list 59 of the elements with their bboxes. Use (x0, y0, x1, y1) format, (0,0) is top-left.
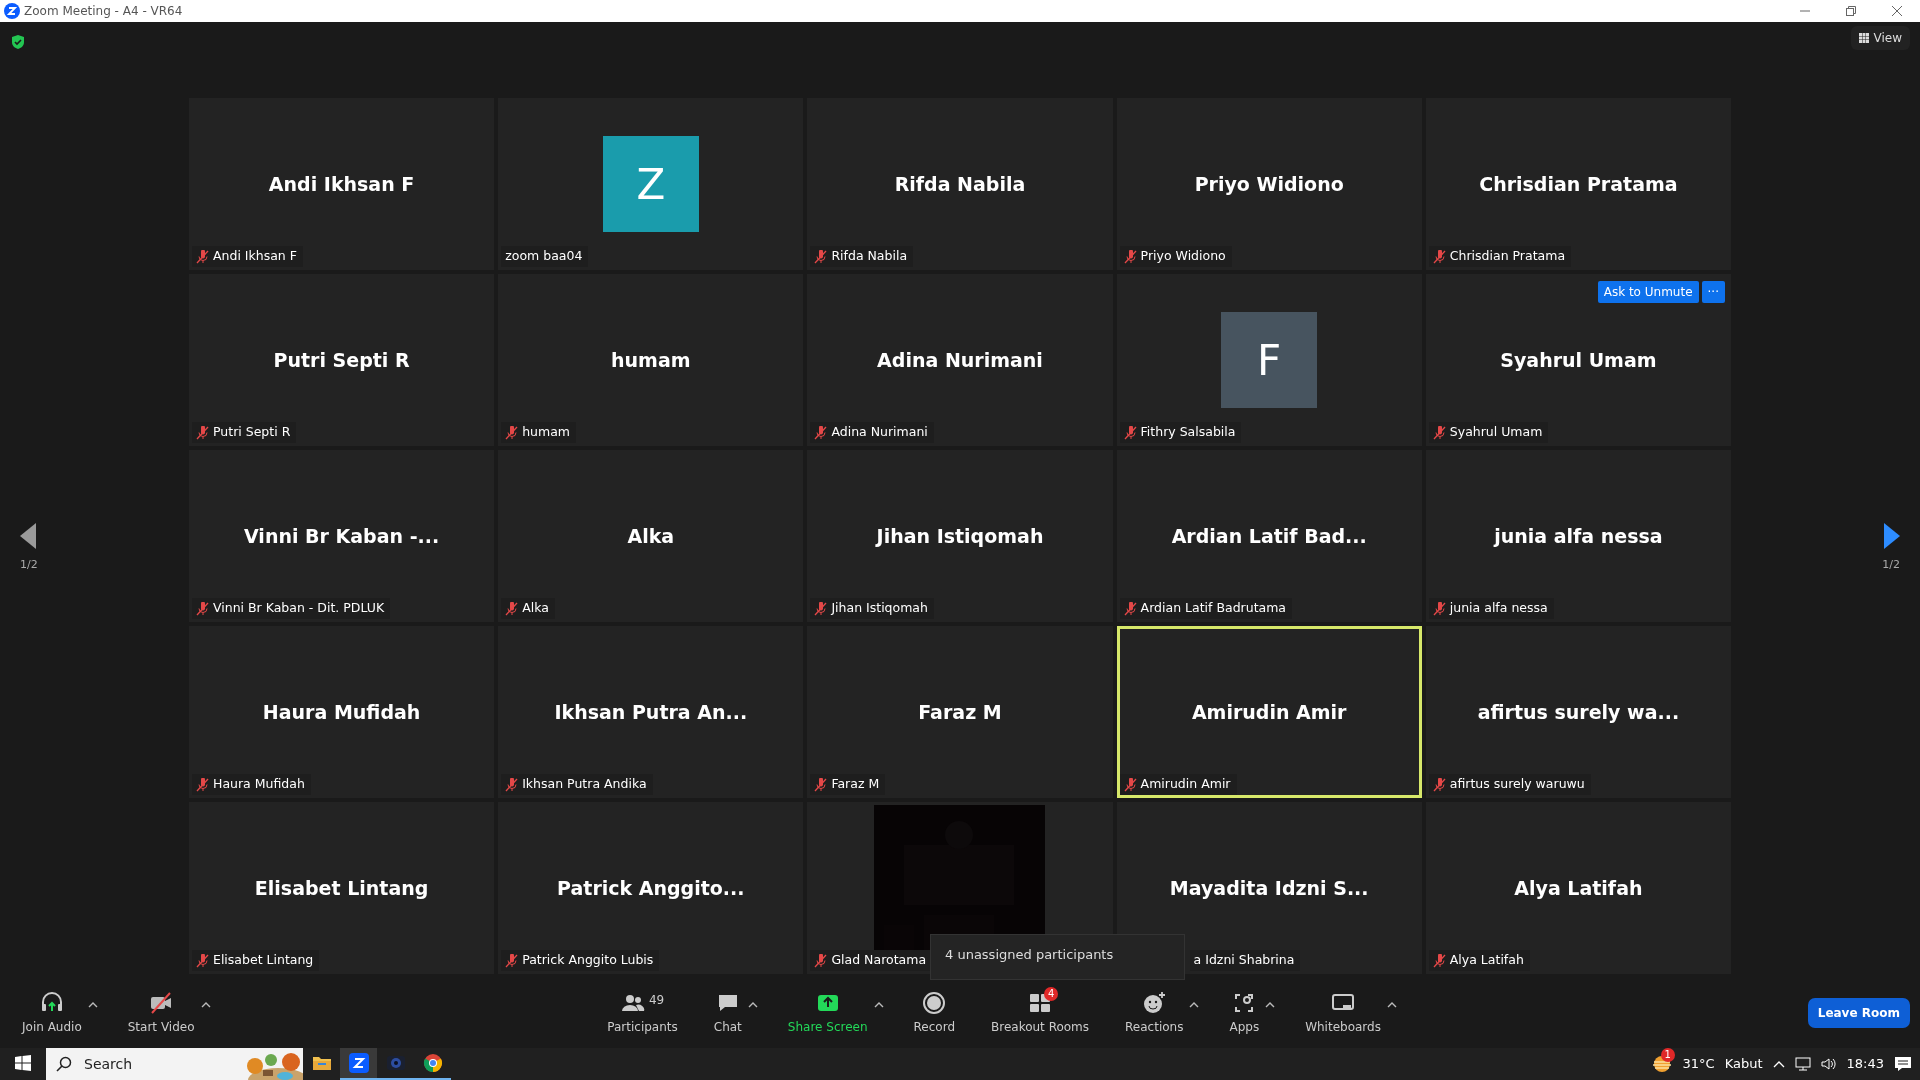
avatar: Z (602, 136, 699, 232)
participant-label: Ikhsan Putra Andika (522, 775, 647, 794)
participant-name: Rifda Nabila (894, 171, 1026, 197)
participant-label: Alka (522, 599, 549, 618)
participant-label: Fithry Salsabila (1140, 423, 1236, 442)
participant-name: Alya Latifah (1514, 875, 1643, 901)
participant-name: Mayadita Idzni S... (1169, 875, 1369, 901)
participant-name: Haura Mufidah (262, 699, 421, 725)
participant-label: Vinni Br Kaban - Dit. PDLUK (213, 599, 385, 618)
participant-name: Andi Ikhsan F (268, 171, 415, 197)
participant-name: Ikhsan Putra An... (554, 699, 748, 725)
participant-label: Glad Narotama (831, 951, 927, 970)
participant-label: zoom baa04 (505, 247, 583, 266)
participant-name: Priyo Widiono (1194, 171, 1344, 197)
participant-name: Vinni Br Kaban -... (244, 523, 440, 549)
participant-name: Ardian Latif Bad... (1171, 523, 1367, 549)
participant-label: Rifda Nabila (831, 247, 908, 266)
participant-name: humam (611, 347, 691, 373)
temperature: 31°C (1682, 1055, 1715, 1074)
participant-label: Elisabet Lintang (213, 951, 314, 970)
participant-label: Adina Nurimani (831, 423, 928, 442)
participant-label: junia alfa nessa (1449, 599, 1548, 618)
participant-label: afirtus surely waruwu (1449, 775, 1585, 794)
participant-label: Syahrul Umam (1449, 423, 1543, 442)
avatar: F (1221, 312, 1318, 408)
participant-name: Patrick Anggito... (557, 875, 745, 901)
participant-name: Chrisdian Pratama (1479, 171, 1678, 197)
participant-label: Andi Ikhsan F (213, 247, 297, 266)
participant-name: Adina Nurimani (877, 347, 1043, 373)
participant-count: 49 (648, 991, 665, 1009)
participant-name: Jihan Istiqomah (876, 523, 1044, 549)
participant-label: Amirudin Amir (1140, 775, 1231, 794)
participant-label: Chrisdian Pratama (1449, 247, 1566, 266)
clock: 18:43 (1846, 1055, 1884, 1074)
participant-label: Haura Mufidah (213, 775, 305, 794)
participant-name: Faraz M (918, 699, 1002, 725)
participant-label: Faraz M (831, 775, 880, 794)
tooltip: 4 unassigned participants (930, 934, 1185, 980)
participant-name: Elisabet Lintang (254, 875, 429, 901)
window-title: Zoom Meeting - A4 - VR64 (24, 3, 183, 20)
notification-badge: 1 (1660, 1047, 1675, 1062)
weather-condition: Kabut (1724, 1055, 1763, 1074)
participant-label: Priyo Widiono (1140, 247, 1226, 266)
participant-label: Putri Septi R (213, 423, 291, 442)
participant-name: afirtus surely wa... (1477, 699, 1680, 725)
participant-name: Putri Septi R (273, 347, 410, 373)
participant-name: Alka (627, 523, 675, 549)
participant-label: Ardian Latif Badrutama (1140, 599, 1287, 618)
page-indicator: 1/2 (1882, 556, 1900, 573)
participant-name: Amirudin Amir (1191, 699, 1347, 725)
participant-name: junia alfa nessa (1494, 523, 1663, 549)
page-indicator: 1/2 (20, 556, 38, 573)
participant-label: humam (522, 423, 571, 442)
participant-name: Syahrul Umam (1500, 347, 1657, 373)
participant-label: Jihan Istiqomah (831, 599, 928, 618)
notification-badge: 4 (1044, 986, 1059, 1001)
participant-label: Patrick Anggito Lubis (522, 951, 654, 970)
participant-label: Alya Latifah (1449, 951, 1524, 970)
participant-label: a Idzni Shabrina (1193, 951, 1295, 970)
